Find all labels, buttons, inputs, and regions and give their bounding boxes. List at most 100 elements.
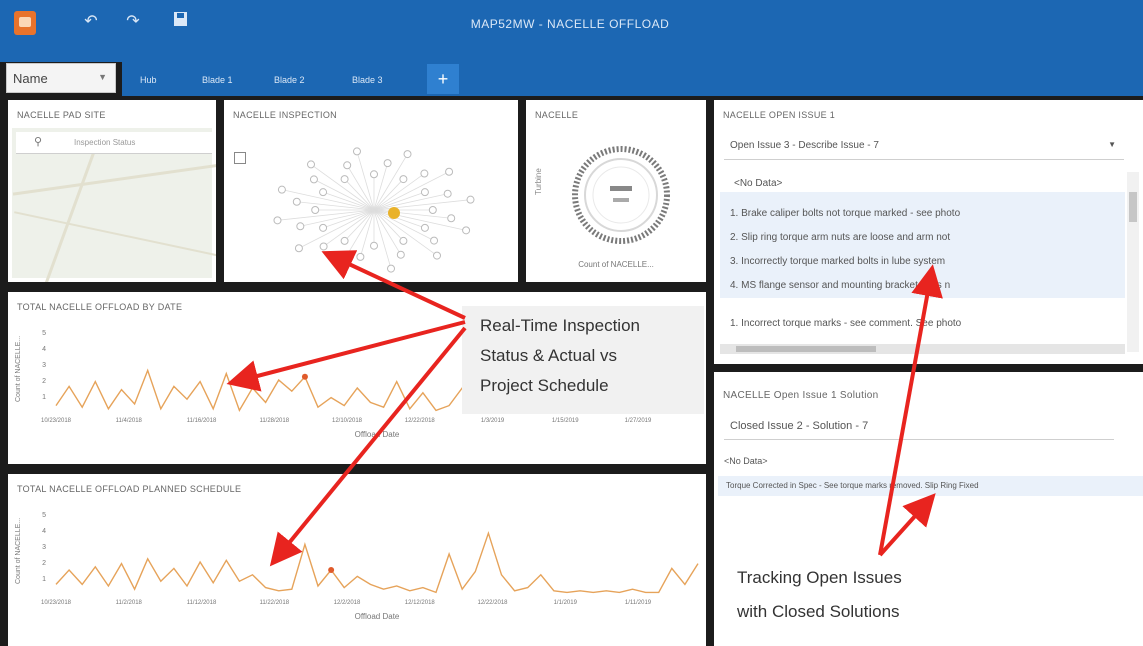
- panel-inspection: NACELLE INSPECTION: [224, 100, 518, 282]
- x-tick-label: 11/4/2018: [116, 418, 143, 424]
- list-item[interactable]: 4. MS flange sensor and mounting bracket…: [730, 280, 1120, 291]
- x-tick-label: 1/1/2019: [554, 600, 578, 606]
- map-search-bar[interactable]: ⚲ Inspection Status: [16, 132, 212, 154]
- network-node: [292, 197, 301, 206]
- solution-no-data: <No Data>: [724, 456, 768, 466]
- highlight-point: [328, 567, 335, 573]
- network-node: [420, 223, 429, 232]
- network-node: [370, 170, 378, 179]
- scrollbar-thumb[interactable]: [736, 346, 876, 352]
- horizontal-scrollbar[interactable]: [720, 344, 1125, 354]
- x-tick-label: 12/22/2018: [477, 600, 508, 606]
- inspection-network[interactable]: [244, 130, 514, 280]
- list-item[interactable]: 3. Incorrectly torque marked bolts in lu…: [730, 256, 1120, 267]
- title-bar: ↶ ↷ MAP52MW - NACELLE OFFLOAD: [0, 0, 1143, 62]
- network-node: [403, 150, 412, 159]
- callout-line: Tracking Open Issues: [737, 568, 902, 587]
- x-tick-label: 12/2/2018: [334, 600, 361, 606]
- x-tick-label: 11/28/2018: [259, 418, 289, 424]
- tab-blade-1[interactable]: Blade 1: [202, 72, 233, 88]
- network-node: [399, 175, 408, 184]
- x-tick-label: 1/15/2019: [552, 418, 579, 424]
- redo-icon[interactable]: ↷: [122, 10, 144, 34]
- network-node: [370, 241, 378, 250]
- y-tick-label: 4: [42, 346, 46, 353]
- dashboard-app: ↶ ↷ MAP52MW - NACELLE OFFLOAD Name ▼ Hub…: [0, 0, 1143, 646]
- y-axis-label: Count of NACELLE...: [15, 336, 22, 402]
- panel-title: NACELLE INSPECTION: [233, 110, 337, 120]
- app-logo-icon[interactable]: [14, 11, 36, 35]
- sheet-selector-value: Name: [13, 71, 48, 86]
- network-node: [309, 175, 318, 184]
- callout-line: Real-Time Inspection: [480, 316, 640, 335]
- network-node: [307, 160, 316, 169]
- solution-list[interactable]: Torque Corrected in Spec - See torque ma…: [718, 476, 1143, 496]
- network-node: [319, 223, 328, 232]
- sheet-selector[interactable]: Name ▼: [6, 63, 116, 93]
- y-tick-label: 5: [42, 512, 46, 519]
- planned-schedule-chart[interactable]: 1 2 3 4 5 Count of NACELLE... 10/23/2018 11/2/2…: [8, 474, 706, 646]
- network-node: [296, 222, 305, 231]
- network-node: [343, 161, 352, 170]
- search-icon[interactable]: ⚲: [34, 135, 42, 148]
- scrollbar-thumb[interactable]: [1129, 192, 1137, 222]
- gauge-caption: Count of NACELLE...: [578, 260, 654, 269]
- x-tick-label: 10/23/2018: [41, 418, 72, 424]
- network-node: [277, 185, 286, 194]
- map[interactable]: ⚲ Inspection Status: [12, 128, 216, 282]
- y-tick-label: 1: [42, 394, 46, 401]
- y-tick-label: 2: [42, 560, 46, 567]
- panel-nacelle: NACELLE Turbine Count of NACELLE...: [526, 100, 706, 282]
- open-issue-filter[interactable]: Open Issue 3 - Describe Issue - 7 ▼: [724, 140, 1124, 160]
- panel-pad-site: NACELLE PAD SITE ⚲ Inspection Status: [8, 100, 216, 282]
- network-node: [420, 188, 429, 197]
- network-node: [387, 264, 396, 273]
- open-issue-filter-value: Open Issue 3 - Describe Issue - 7: [730, 140, 879, 151]
- list-item[interactable]: 1. Brake caliper bolts not torque marked…: [730, 208, 1120, 219]
- window-title: MAP52MW - NACELLE OFFLOAD: [470, 17, 670, 31]
- list-item[interactable]: 1. Incorrect torque marks - see comment.…: [730, 318, 1120, 329]
- x-tick-label: 12/12/2018: [405, 600, 436, 606]
- x-tick-label: 11/16/2018: [187, 418, 217, 424]
- chevron-down-icon: ▼: [1108, 140, 1116, 149]
- vertical-scrollbar[interactable]: [1127, 172, 1139, 352]
- network-node: [311, 206, 320, 214]
- callout-line: Status & Actual vs: [480, 346, 618, 365]
- tab-blade-3[interactable]: Blade 3: [352, 72, 383, 88]
- list-item[interactable]: 2. Slip ring torque arm nuts are loose a…: [730, 232, 1120, 243]
- x-tick-label: 1/11/2019: [625, 600, 652, 606]
- tab-hub[interactable]: Hub: [140, 72, 157, 88]
- x-tick-label: 1/3/2019: [481, 418, 505, 424]
- chevron-down-icon: ▼: [98, 72, 107, 82]
- network-node: [466, 195, 475, 204]
- callout-line: Project Schedule: [480, 376, 609, 395]
- gauge-axis-label: Turbine: [534, 168, 543, 195]
- network-node: [340, 175, 349, 184]
- series-line: [55, 530, 699, 594]
- y-tick-label: 3: [42, 544, 46, 551]
- solution-filter[interactable]: Closed Issue 2 - Solution - 7: [724, 420, 1114, 440]
- open-issue-list[interactable]: 1. Brake caliper bolts not torque marked…: [720, 192, 1125, 298]
- tab-blade-2[interactable]: Blade 2: [274, 72, 305, 88]
- x-tick-label: 11/12/2018: [187, 600, 217, 606]
- open-issue-no-data: <No Data>: [734, 178, 783, 189]
- x-tick-label: 1/27/2019: [625, 418, 652, 424]
- panel-title: NACELLE OPEN ISSUE 1: [723, 110, 836, 120]
- network-node: [428, 206, 437, 214]
- network-center-node: [388, 207, 400, 219]
- network-node: [356, 252, 365, 261]
- panel-title: NACELLE Open Issue 1 Solution: [723, 390, 879, 401]
- network-node: [396, 250, 405, 259]
- network-node: [420, 169, 429, 178]
- panel-title: NACELLE: [535, 110, 579, 120]
- list-item[interactable]: Torque Corrected in Spec - See torque ma…: [726, 481, 1143, 490]
- undo-icon[interactable]: ↶: [80, 10, 102, 34]
- network-node: [462, 226, 471, 235]
- network-node: [399, 236, 408, 245]
- network-node: [336, 261, 345, 270]
- network-node: [319, 188, 328, 197]
- save-icon[interactable]: [170, 10, 192, 34]
- add-tab-button[interactable]: +: [427, 64, 459, 94]
- sheet-tabs: Hub Blade 1 Blade 2 Blade 3 +: [122, 62, 1143, 96]
- x-tick-label: 10/23/2018: [41, 600, 72, 606]
